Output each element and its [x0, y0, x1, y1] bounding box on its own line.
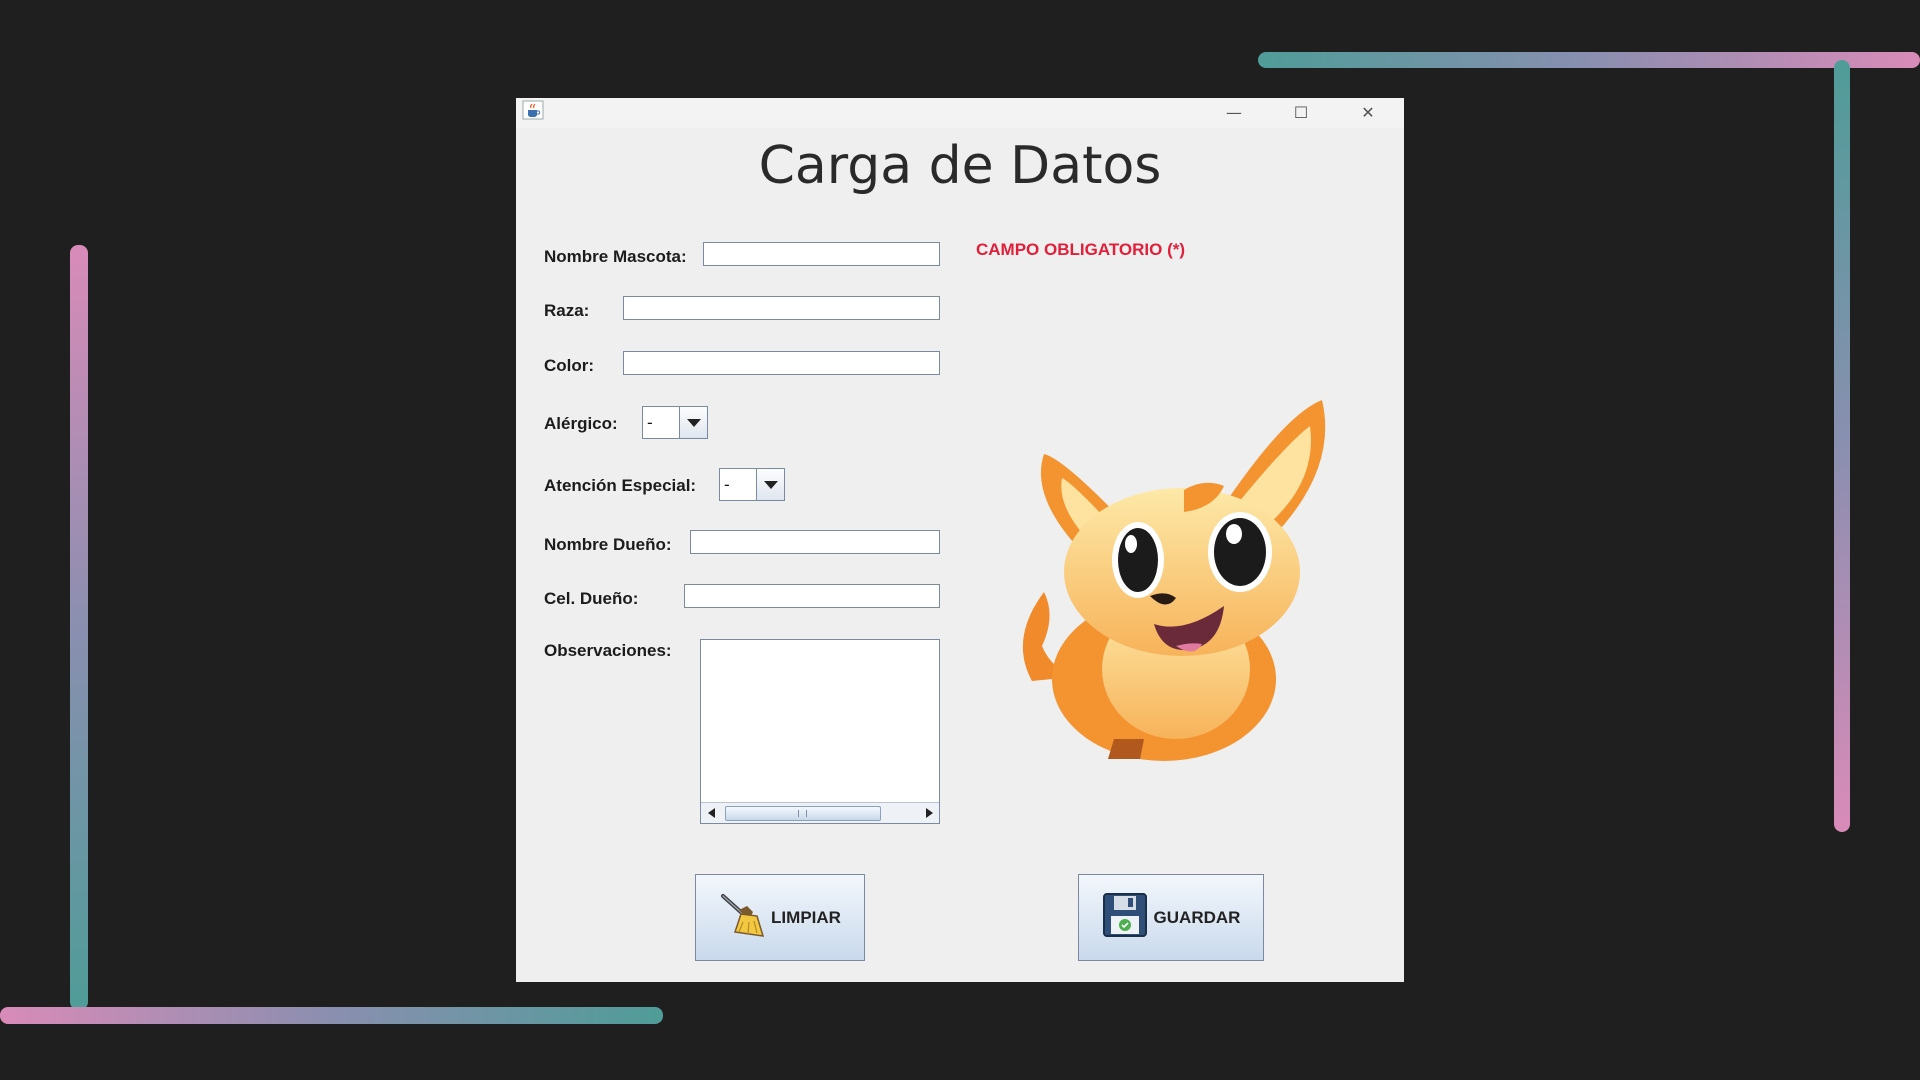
cel-dueno-label: Cel. Dueño: — [544, 589, 639, 608]
atencion-especial-selected-value: - — [724, 475, 730, 494]
close-button[interactable]: ✕ — [1336, 98, 1400, 126]
scrollbar-thumb[interactable] — [725, 806, 881, 821]
dog-mascot-image — [1004, 354, 1344, 764]
floppy-disk-icon — [1102, 892, 1148, 943]
broom-icon — [719, 892, 765, 943]
required-field-notice: CAMPO OBLIGATORIO (*) — [976, 240, 1186, 259]
page-title: Carga de Datos — [758, 136, 1162, 196]
alergico-label: Alérgico: — [544, 414, 618, 433]
guardar-label: GUARDAR — [1153, 907, 1241, 927]
observaciones-textarea[interactable] — [700, 639, 940, 824]
app-window: — ☐ ✕ Carga de Datos Nombre Mascota: CAM… — [516, 98, 1404, 982]
observaciones-text — [701, 640, 939, 648]
guardar-button[interactable]: GUARDAR — [1078, 874, 1264, 961]
chevron-down-icon[interactable] — [756, 469, 784, 500]
limpiar-button[interactable]: LIMPIAR — [695, 874, 865, 961]
java-cup-icon[interactable] — [522, 100, 544, 120]
atencion-especial-select[interactable]: - — [719, 468, 785, 501]
cel-dueno-input[interactable] — [684, 584, 940, 608]
window-titlebar[interactable]: — ☐ ✕ — [516, 98, 1404, 128]
decorative-line-top — [1258, 52, 1920, 68]
scroll-left-icon[interactable] — [701, 803, 721, 822]
atencion-especial-label: Atención Especial: — [544, 476, 697, 495]
decorative-line-bottom — [0, 1007, 663, 1024]
scroll-right-icon[interactable] — [919, 803, 939, 822]
horizontal-scrollbar[interactable] — [701, 802, 939, 823]
raza-label: Raza: — [544, 301, 590, 320]
decorative-line-left — [70, 245, 88, 1010]
nombre-mascota-input[interactable] — [703, 242, 940, 266]
nombre-mascota-label: Nombre Mascota: — [544, 247, 687, 266]
color-input[interactable] — [623, 351, 940, 375]
observaciones-label: Observaciones: — [544, 641, 672, 660]
nombre-dueno-input[interactable] — [690, 530, 940, 554]
chevron-down-icon[interactable] — [679, 407, 707, 438]
maximize-button[interactable]: ☐ — [1269, 98, 1333, 126]
raza-input[interactable] — [623, 296, 940, 320]
color-label: Color: — [544, 356, 595, 375]
limpiar-label: LIMPIAR — [771, 907, 841, 927]
decorative-line-right — [1834, 60, 1850, 832]
alergico-selected-value: - — [647, 413, 653, 432]
nombre-dueno-label: Nombre Dueño: — [544, 535, 672, 554]
alergico-select[interactable]: - — [642, 406, 708, 439]
grip-icon — [798, 810, 807, 817]
minimize-button[interactable]: — — [1202, 98, 1266, 126]
